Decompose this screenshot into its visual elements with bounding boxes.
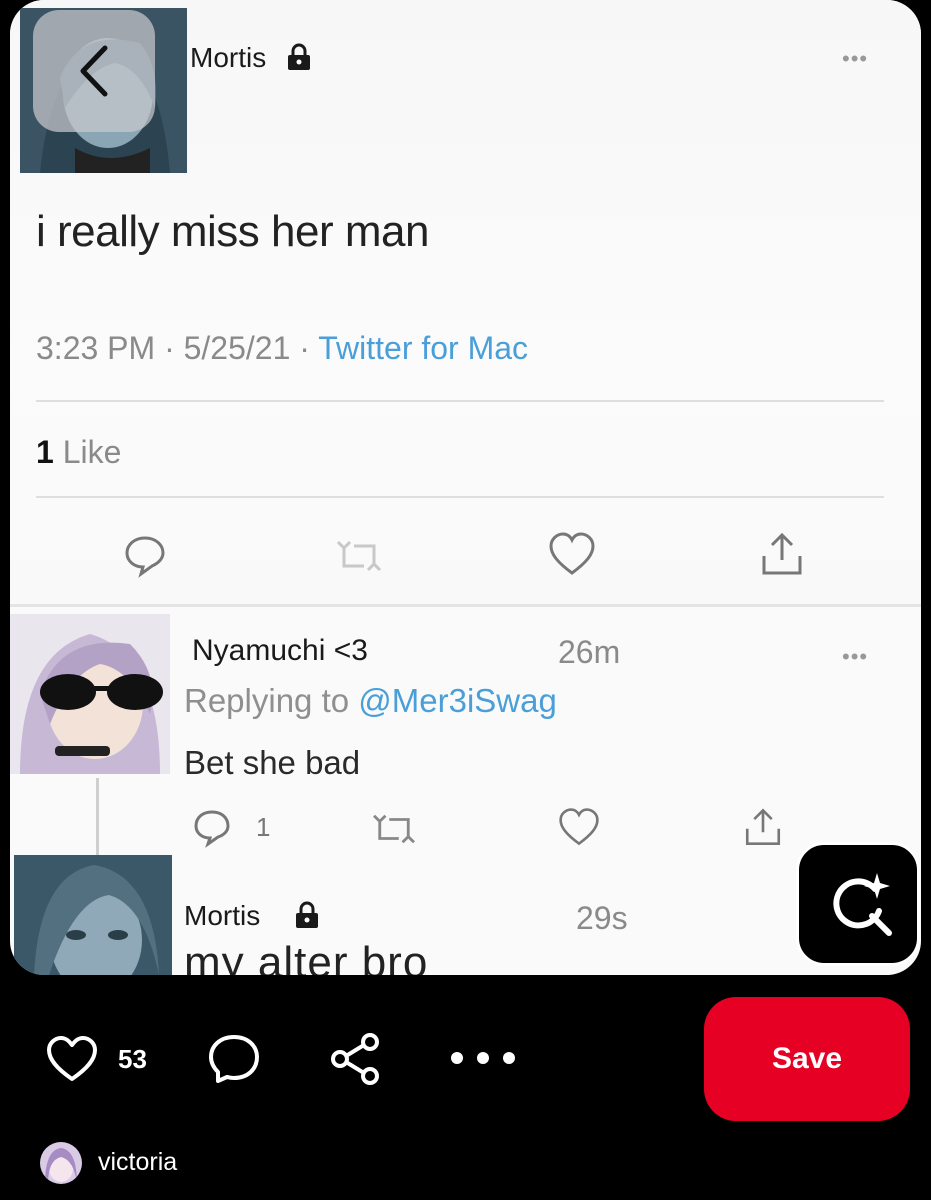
replying-to: Replying to @Mer3iSwag <box>184 682 557 720</box>
replying-prefix: Replying to <box>184 682 350 719</box>
reply2-text: my alter bro <box>184 938 429 975</box>
reply2-time: 29s <box>576 900 628 936</box>
back-button[interactable] <box>33 10 155 132</box>
share-icon[interactable] <box>758 530 806 578</box>
replying-handle[interactable]: @Mer3iSwag <box>358 682 557 719</box>
tweet-text: i really miss her man <box>36 207 429 256</box>
divider <box>36 496 884 498</box>
reply-author-name: Nyamuchi <3 <box>192 634 368 667</box>
lock-icon <box>288 43 310 70</box>
tweet-date: 5/25/21 <box>183 330 291 366</box>
back-icon <box>80 45 108 97</box>
dots-icon[interactable] <box>448 1046 518 1070</box>
reply-count: 1 <box>256 812 271 842</box>
reply-icon[interactable] <box>192 808 232 848</box>
reply-icon[interactable] <box>122 532 168 578</box>
more-icon[interactable]: ••• <box>842 48 868 70</box>
heart-icon[interactable] <box>44 1034 100 1084</box>
visual-search-icon <box>833 873 892 936</box>
retweet-icon[interactable] <box>372 810 416 848</box>
retweet-icon[interactable] <box>336 536 382 576</box>
pin-image-card[interactable]: Mortis ••• i really miss her man 3:23 PM… <box>10 0 921 975</box>
like-icon[interactable] <box>557 806 601 848</box>
meta-separator: · <box>299 330 319 366</box>
divider <box>36 400 884 402</box>
share-network-icon[interactable] <box>328 1032 384 1086</box>
reply-time: 26m <box>558 634 621 670</box>
tweet-source[interactable]: Twitter for Mac <box>318 330 528 366</box>
lock-icon <box>296 901 318 928</box>
save-button[interactable]: Save <box>704 997 910 1121</box>
profile-name[interactable]: victoria <box>98 1148 177 1177</box>
comment-icon[interactable] <box>206 1032 262 1086</box>
reply2-author-name: Mortis <box>184 900 261 931</box>
meta-separator: · <box>164 330 184 366</box>
share-icon[interactable] <box>742 806 784 848</box>
reply-separator <box>10 604 921 607</box>
like-icon[interactable] <box>547 530 597 578</box>
likes-count: 1 <box>36 434 54 470</box>
like-count: 53 <box>118 1044 147 1074</box>
avatar[interactable] <box>40 1142 82 1184</box>
more-icon[interactable]: ••• <box>842 646 868 668</box>
tweet-time: 3:23 PM <box>36 330 156 366</box>
thread-line <box>96 778 99 858</box>
reply-avatar <box>10 614 170 774</box>
reply-text: Bet she bad <box>184 744 361 781</box>
likes-label: Like <box>62 434 122 470</box>
visual-search-button[interactable] <box>796 842 920 966</box>
author-name: Mortis <box>190 42 267 73</box>
tweet-meta: 3:23 PM · 5/25/21 · Twitter for Mac <box>36 330 528 367</box>
reply2-avatar <box>14 855 172 975</box>
likes-summary[interactable]: 1 Like <box>36 434 121 471</box>
